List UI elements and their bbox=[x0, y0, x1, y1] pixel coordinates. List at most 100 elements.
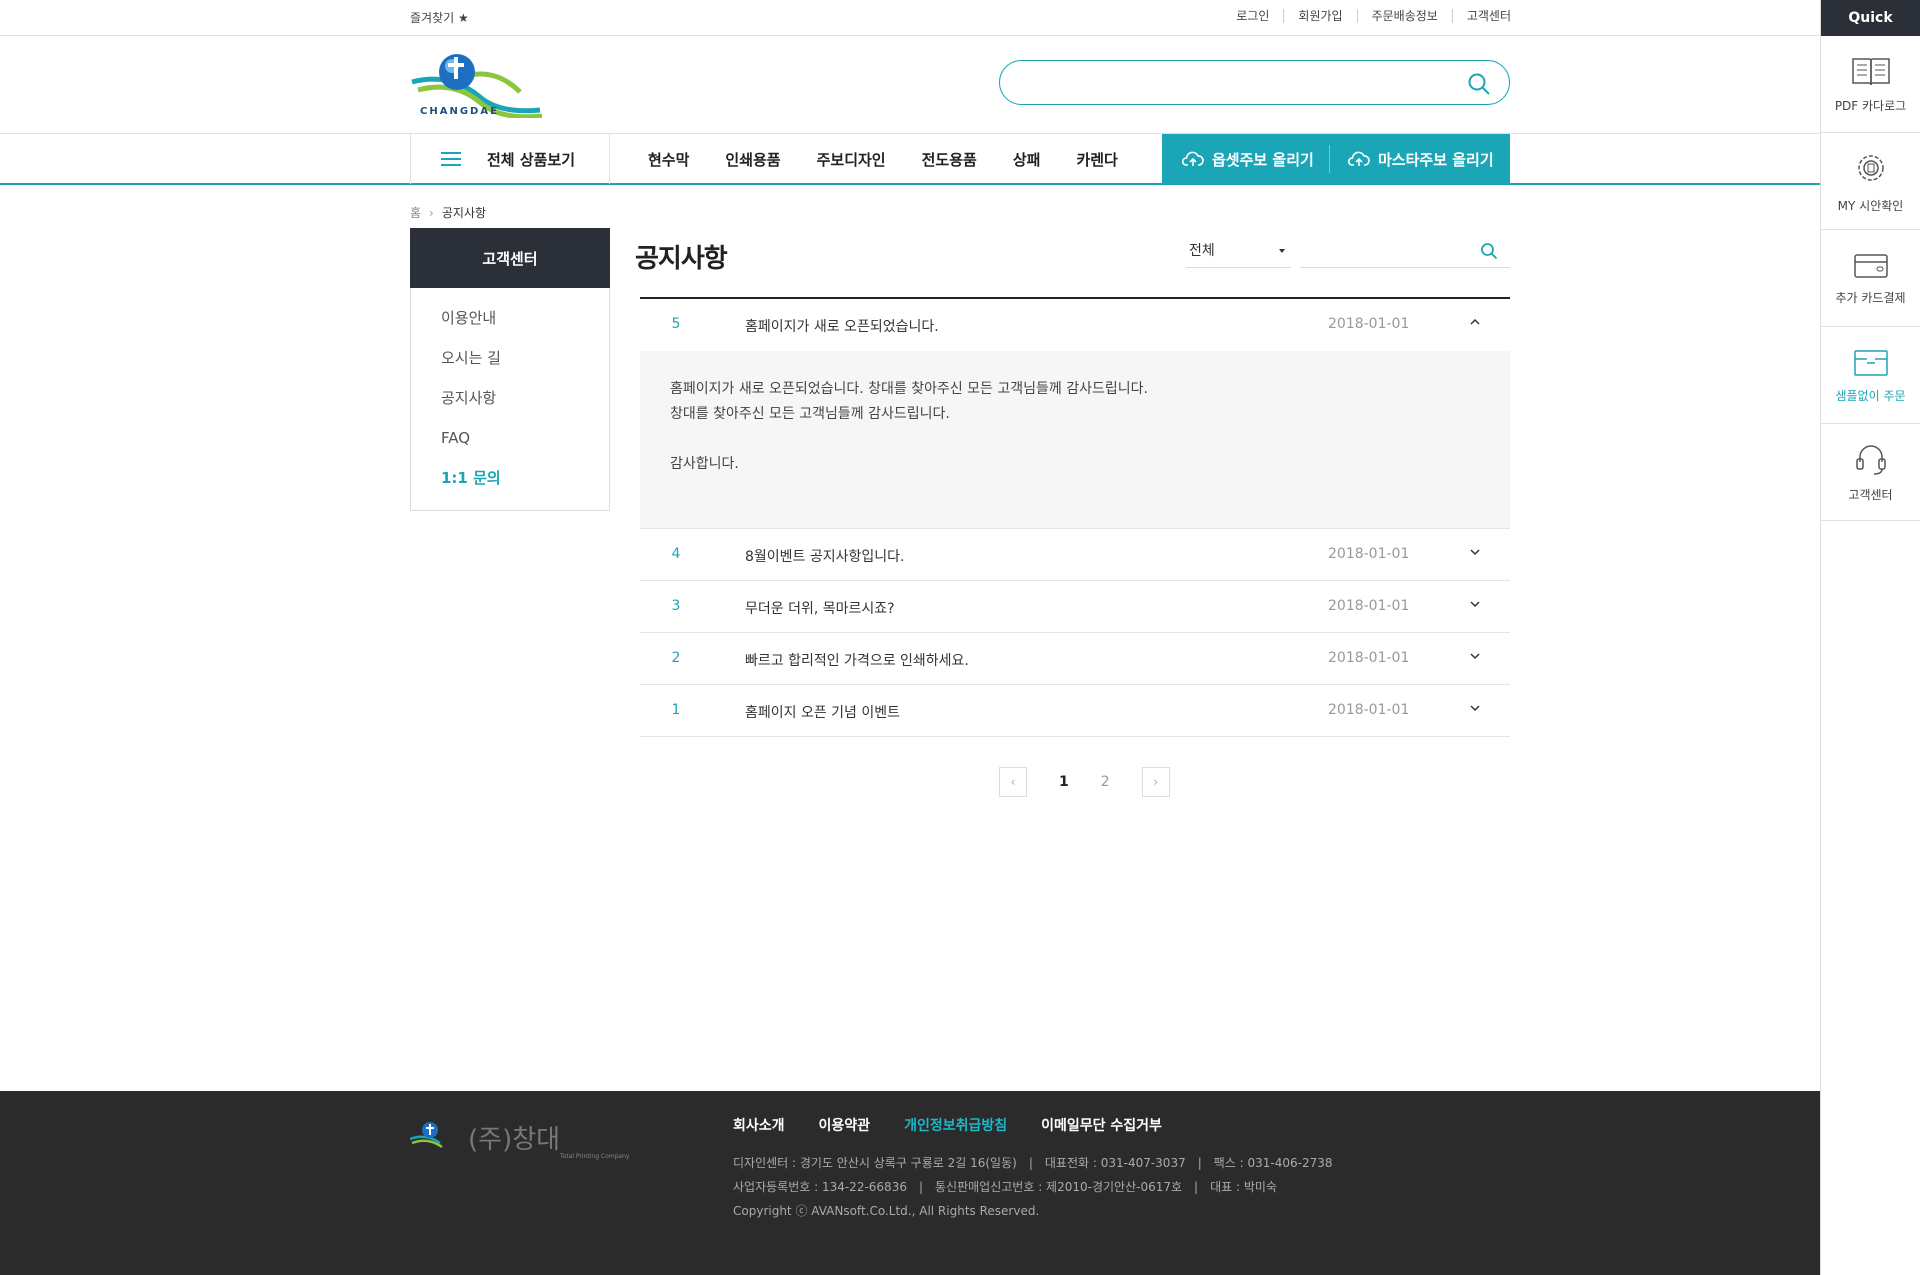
row-date: 2018-01-01 bbox=[1328, 650, 1410, 666]
sidebar-item-notice[interactable]: 공지사항 bbox=[411, 378, 609, 418]
detail-line: 창대를 찾아주신 모든 고객님들께 감사드립니다. bbox=[670, 406, 950, 422]
menu-evangelism[interactable]: 전도용품 bbox=[922, 149, 977, 170]
footer-phone: 대표전화 : 031-407-3037 bbox=[1044, 1156, 1186, 1170]
footer-link-privacy[interactable]: 개인정보취급방침 bbox=[904, 1115, 1007, 1135]
row-number: 1 bbox=[671, 702, 681, 718]
row-title[interactable]: 홈페이지 오픈 기념 이벤트 bbox=[745, 702, 900, 722]
category-select[interactable]: 전체 bbox=[1186, 236, 1291, 268]
chevron-down-icon[interactable] bbox=[1470, 547, 1480, 557]
footer-biz-no: 사업자등록번호 : 134-22-66836 bbox=[733, 1180, 907, 1194]
table-row[interactable]: 4 8월이벤트 공지사항입니다. 2018-01-01 bbox=[640, 529, 1510, 581]
footer-address: 디자인센터 : 경기도 안산시 상록구 구룡로 2길 16(일동) bbox=[733, 1156, 1017, 1170]
favorite-link[interactable]: 즐겨찾기 ★ bbox=[410, 9, 469, 26]
row-date: 2018-01-01 bbox=[1328, 316, 1410, 332]
login-link[interactable]: 로그인 bbox=[1222, 9, 1283, 23]
row-number: 3 bbox=[671, 598, 681, 614]
footer-logo: (주)창대 Total Printing Company bbox=[410, 1122, 630, 1160]
pagination: ‹ 1 2 › bbox=[999, 767, 1170, 797]
row-detail: 홈페이지가 새로 오픈되었습니다. 창대를 찾아주신 모든 고객님들께 감사드립… bbox=[640, 351, 1510, 529]
headset-icon bbox=[1855, 444, 1886, 475]
chevron-down-icon[interactable] bbox=[1470, 651, 1480, 661]
quick-my-proof[interactable]: MY 시안확인 bbox=[1821, 133, 1920, 230]
signup-link[interactable]: 회원가입 bbox=[1283, 9, 1356, 23]
sidebar-title: 고객센터 bbox=[410, 228, 610, 288]
sidebar: 고객센터 이용안내 오시는 길 공지사항 FAQ 1:1 문의 bbox=[410, 228, 610, 511]
quick-label: PDF 카다로그 bbox=[1834, 98, 1907, 113]
all-products-button[interactable]: 전체 상품보기 bbox=[410, 134, 610, 184]
breadcrumb-home[interactable]: 홈 bbox=[410, 204, 421, 221]
row-date: 2018-01-01 bbox=[1328, 598, 1410, 614]
breadcrumb-current: 공지사항 bbox=[441, 206, 487, 220]
search-icon[interactable] bbox=[1467, 72, 1491, 96]
main-search-input[interactable] bbox=[999, 60, 1510, 105]
footer: (주)창대 Total Printing Company 회사소개 이용약관 개… bbox=[0, 1091, 1820, 1275]
top-utility-bar: 즐겨찾기 ★ 로그인 회원가입 주문배송정보 고객센터 bbox=[0, 0, 1820, 36]
quick-label: MY 시안확인 bbox=[1837, 198, 1904, 213]
table-row[interactable]: 5 홈페이지가 새로 오픈되었습니다. 2018-01-01 bbox=[640, 299, 1510, 351]
upload-bar: 옵셋주보 올리기 마스타주보 올리기 bbox=[1162, 134, 1510, 184]
upload-master-button[interactable]: 마스타주보 올리기 bbox=[1330, 134, 1494, 184]
footer-copyright: Copyright ⓒ AVANsoft.Co.Ltd., All Rights… bbox=[733, 1204, 1040, 1218]
table-row[interactable]: 2 빠르고 합리적인 가격으로 인쇄하세요. 2018-01-01 bbox=[640, 633, 1510, 685]
menu-print-supplies[interactable]: 인쇄용품 bbox=[725, 149, 780, 170]
sidebar-item-faq[interactable]: FAQ bbox=[411, 418, 609, 458]
footer-link-email-refusal[interactable]: 이메일무단 수집거부 bbox=[1041, 1115, 1162, 1135]
footer-links: 회사소개 이용약관 개인정보취급방침 이메일무단 수집거부 bbox=[733, 1115, 1196, 1135]
search-icon[interactable] bbox=[1480, 242, 1498, 260]
quick-card-payment[interactable]: 추가 카드결제 bbox=[1821, 230, 1920, 327]
prev-page-button[interactable]: ‹ bbox=[999, 767, 1027, 797]
sidebar-item-guide[interactable]: 이용안내 bbox=[411, 298, 609, 338]
table-row[interactable]: 1 홈페이지 오픈 기념 이벤트 2018-01-01 bbox=[640, 685, 1510, 737]
row-title[interactable]: 무더운 더위, 목마르시죠? bbox=[745, 598, 895, 618]
upload-offset-button[interactable]: 옵셋주보 올리기 bbox=[1162, 145, 1330, 173]
category-select-value: 전체 bbox=[1189, 243, 1215, 259]
chevron-up-icon[interactable] bbox=[1470, 317, 1480, 327]
card-icon bbox=[1853, 253, 1888, 278]
row-date: 2018-01-01 bbox=[1328, 546, 1410, 562]
quick-label: 고객센터 bbox=[1848, 487, 1893, 502]
menu-bulletin-design[interactable]: 주보디자인 bbox=[817, 149, 886, 170]
footer-link-terms[interactable]: 이용약관 bbox=[819, 1115, 871, 1135]
quick-title: Quick bbox=[1821, 0, 1920, 36]
chevron-down-icon[interactable] bbox=[1470, 703, 1480, 713]
menu-banner[interactable]: 현수막 bbox=[648, 149, 689, 170]
quick-order-no-sample[interactable]: 샘플없이 주문 bbox=[1821, 327, 1920, 424]
row-title[interactable]: 홈페이지가 새로 오픈되었습니다. bbox=[745, 316, 939, 336]
footer-link-about[interactable]: 회사소개 bbox=[733, 1115, 785, 1135]
cloud-upload-icon bbox=[1182, 151, 1204, 166]
sidebar-item-directions[interactable]: 오시는 길 bbox=[411, 338, 609, 378]
caret-down-icon bbox=[1279, 249, 1285, 253]
logo-wordmark: CHANGDAE bbox=[420, 106, 499, 117]
row-title[interactable]: 8월이벤트 공지사항입니다. bbox=[745, 546, 905, 566]
hamburger-icon bbox=[441, 148, 461, 170]
category-menu: 현수막 인쇄용품 주보디자인 전도용품 상패 카렌다 bbox=[630, 134, 1136, 184]
footer-fax: 팩스 : 031-406-2738 bbox=[1213, 1156, 1333, 1170]
utility-links: 로그인 회원가입 주문배송정보 고객센터 bbox=[1222, 9, 1511, 23]
customer-center-link[interactable]: 고객센터 bbox=[1451, 9, 1511, 23]
page-title: 공지사항 bbox=[635, 244, 728, 274]
row-date: 2018-01-01 bbox=[1328, 702, 1410, 718]
row-number: 2 bbox=[671, 650, 681, 666]
chevron-down-icon[interactable] bbox=[1470, 599, 1480, 609]
row-title[interactable]: 빠르고 합리적인 가격으로 인쇄하세요. bbox=[745, 650, 969, 670]
row-number: 4 bbox=[671, 546, 681, 562]
quick-label: 샘플없이 주문 bbox=[1835, 388, 1906, 403]
page-number[interactable]: 1 bbox=[1053, 774, 1075, 790]
quick-pdf-catalog[interactable]: PDF 카다로그 bbox=[1821, 36, 1920, 133]
footer-ceo: 대표 : 박미숙 bbox=[1210, 1180, 1277, 1194]
page-number[interactable]: 2 bbox=[1095, 774, 1116, 790]
board-search-input[interactable] bbox=[1300, 236, 1510, 268]
next-page-button[interactable]: › bbox=[1141, 767, 1170, 797]
breadcrumb: 홈 › 공지사항 bbox=[410, 204, 486, 221]
quick-customer-center[interactable]: 고객센터 bbox=[1821, 424, 1920, 521]
table-row[interactable]: 3 무더운 더위, 목마르시죠? 2018-01-01 bbox=[640, 581, 1510, 633]
order-info-link[interactable]: 주문배송정보 bbox=[1356, 9, 1452, 23]
sidebar-item-inquiry[interactable]: 1:1 문의 bbox=[411, 458, 609, 498]
detail-line: 홈페이지가 새로 오픈되었습니다. 창대를 찾아주신 모든 고객님들께 감사드립… bbox=[670, 381, 1148, 397]
footer-logo-sub: Total Printing Company bbox=[559, 1153, 630, 1160]
menu-calendar[interactable]: 카렌다 bbox=[1076, 149, 1117, 170]
upload-offset-label: 옵셋주보 올리기 bbox=[1212, 150, 1314, 169]
menu-plaque[interactable]: 상패 bbox=[1013, 149, 1041, 170]
row-number: 5 bbox=[671, 316, 681, 332]
quick-label: 추가 카드결제 bbox=[1835, 290, 1906, 305]
